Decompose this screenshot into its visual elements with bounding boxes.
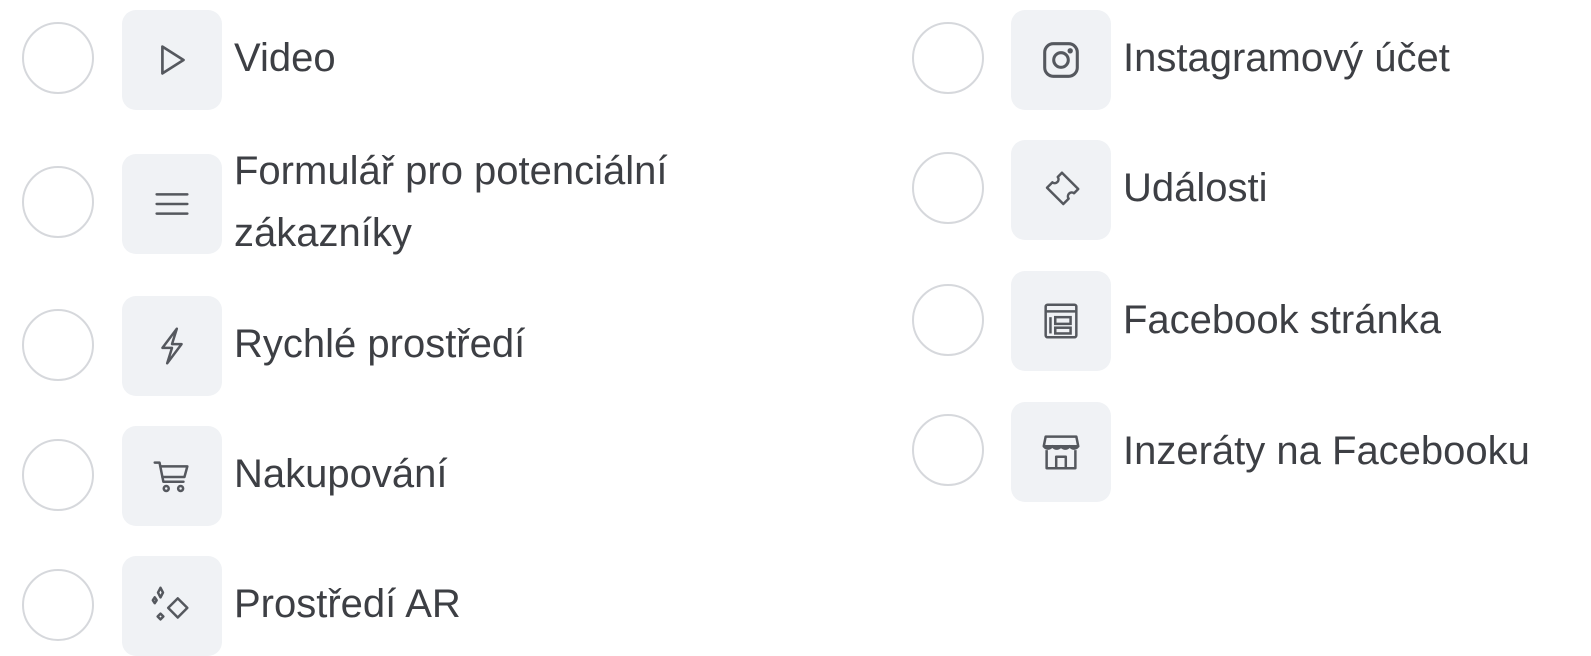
shopping-cart-icon — [153, 461, 189, 493]
option-facebook-page[interactable]: Facebook stránka — [890, 262, 1590, 382]
radio-instagram-account[interactable] — [912, 22, 984, 94]
option-ar-experience[interactable]: Prostředí AR — [0, 550, 860, 656]
option-label-instant-experience: Rychlé prostředí — [234, 322, 526, 366]
radio-ar-experience[interactable] — [22, 569, 94, 641]
option-label-facebook-marketplace: Inzeráty na Facebooku — [1123, 429, 1530, 473]
radio-lead-form[interactable] — [22, 166, 94, 238]
option-label-shopping: Nakupování — [234, 452, 448, 496]
icon-box-ar-experience — [122, 556, 222, 656]
radio-facebook-page[interactable] — [912, 284, 984, 356]
instagram-icon — [1043, 42, 1079, 78]
option-shopping[interactable]: Nakupování — [0, 420, 860, 530]
option-label-instagram-account: Instagramový účet — [1123, 36, 1450, 80]
icon-box-events — [1011, 140, 1111, 240]
lightning-icon — [161, 327, 183, 365]
option-lead-form[interactable]: Formulář pro potenciální zákazníky — [0, 140, 860, 265]
radio-video[interactable] — [22, 22, 94, 94]
menu-lines-icon — [155, 193, 189, 215]
option-label-events: Události — [1123, 166, 1268, 210]
radio-events[interactable] — [912, 152, 984, 224]
option-video[interactable]: Video — [0, 0, 860, 120]
option-facebook-marketplace[interactable]: Inzeráty na Facebooku — [890, 392, 1590, 512]
icon-box-shopping — [122, 426, 222, 526]
option-instant-experience[interactable]: Rychlé prostředí — [0, 290, 860, 400]
facebook-page-icon — [1044, 303, 1078, 339]
ticket-icon — [1045, 171, 1080, 206]
storefront-icon — [1042, 435, 1080, 470]
icon-box-lead-form — [122, 154, 222, 254]
radio-facebook-marketplace[interactable] — [912, 414, 984, 486]
option-label-ar-experience: Prostředí AR — [234, 582, 461, 626]
icon-box-instagram-account — [1011, 10, 1111, 110]
option-label-facebook-page: Facebook stránka — [1123, 298, 1441, 342]
option-label-video: Video — [234, 36, 336, 80]
radio-instant-experience[interactable] — [22, 309, 94, 381]
icon-box-facebook-marketplace — [1011, 402, 1111, 502]
icon-box-video — [122, 10, 222, 110]
option-instagram-account[interactable]: Instagramový účet — [890, 0, 1590, 120]
icon-box-facebook-page — [1011, 271, 1111, 371]
play-icon — [161, 45, 185, 75]
icon-box-instant-experience — [122, 296, 222, 396]
option-label-lead-form: Formulář pro potenciální zákazníky — [234, 149, 668, 255]
option-events[interactable]: Události — [890, 130, 1590, 250]
sparkles-icon — [151, 586, 189, 621]
radio-shopping[interactable] — [22, 439, 94, 511]
